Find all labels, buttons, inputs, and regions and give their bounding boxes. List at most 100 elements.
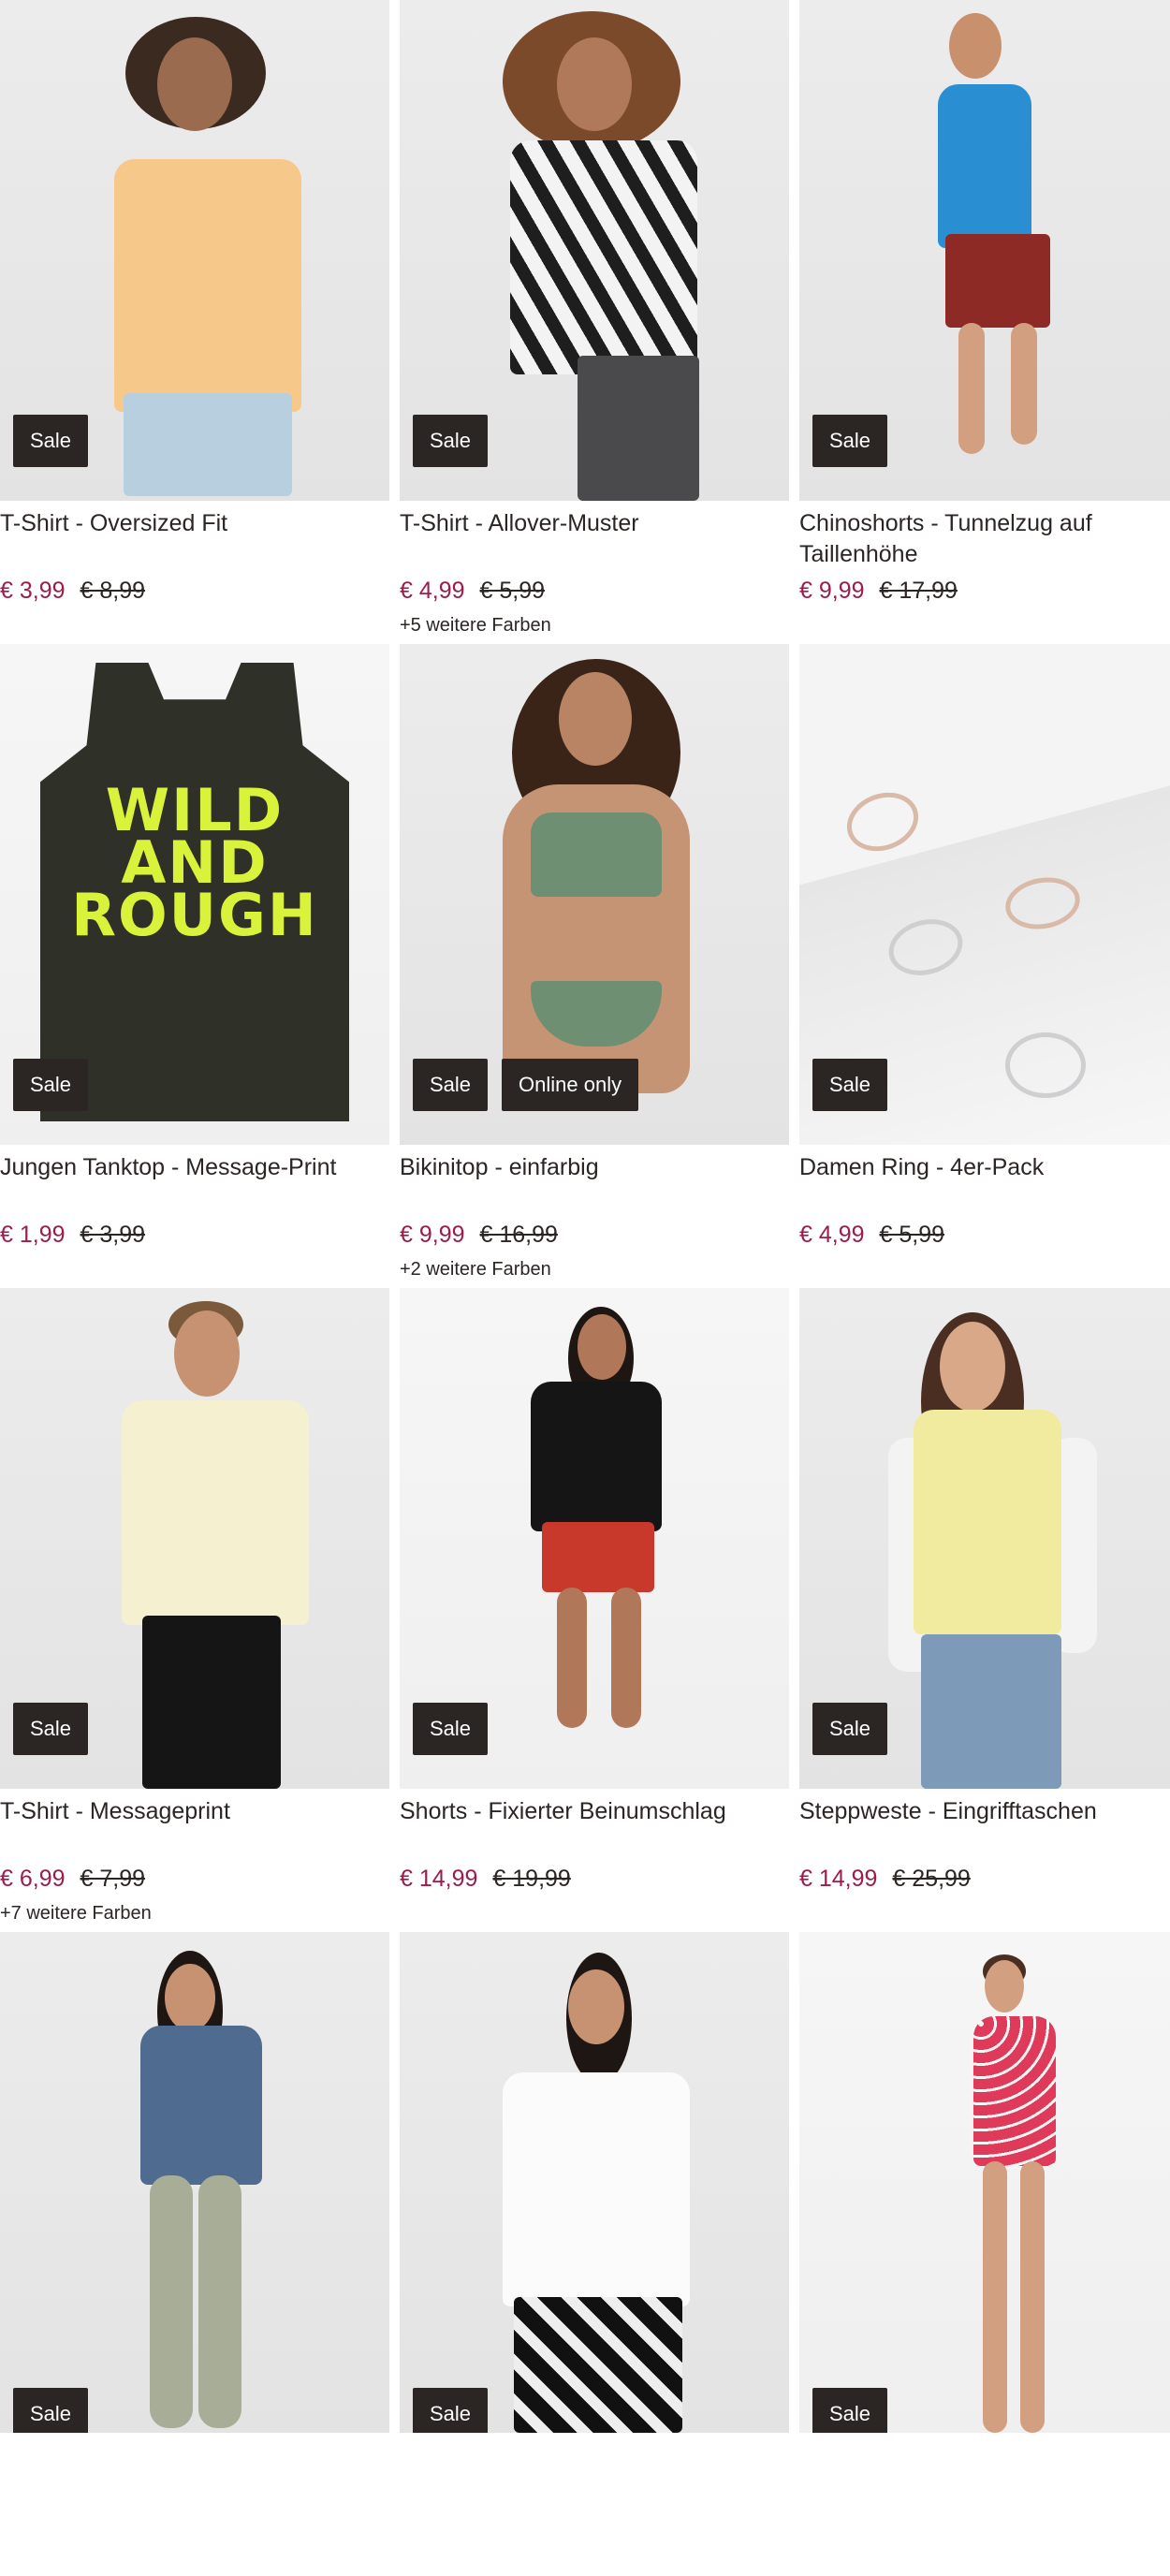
sale-badge: Sale — [13, 415, 89, 467]
product-card[interactable]: Sale T-Shirt - Messageprint € 6,99 € 7,9… — [0, 1288, 389, 1932]
price-row: € 14,99 € 25,99 — [799, 1864, 971, 1894]
original-price: € 3,99 — [80, 1222, 146, 1248]
price-row: € 4,99 € 5,99 — [400, 576, 545, 606]
sale-price: € 4,99 — [799, 1222, 865, 1248]
badge-group: Sale — [812, 415, 888, 467]
product-link[interactable]: Sale T-Shirt - Allover-Muster € 4,99 € 5… — [400, 0, 789, 644]
original-price: € 8,99 — [80, 578, 146, 604]
product-card[interactable]: Sale — [0, 1932, 389, 2576]
price-row: € 3,99 € 8,99 — [0, 576, 145, 606]
product-image[interactable]: Sale — [799, 0, 1170, 501]
sale-badge: Sale — [413, 1059, 489, 1111]
product-image[interactable]: Sale — [0, 1288, 389, 1789]
color-count[interactable]: +2 weitere Farben — [400, 1257, 551, 1281]
product-link[interactable]: Sale — [400, 1932, 789, 2576]
sale-price: € 6,99 — [0, 1866, 66, 1892]
product-card[interactable]: Sale T-Shirt - Oversized Fit € 3,99 € 8,… — [0, 0, 389, 644]
sale-price: € 1,99 — [0, 1222, 66, 1248]
badge-group: Sale — [13, 2388, 89, 2433]
color-count[interactable]: +5 weitere Farben — [400, 613, 551, 637]
product-link[interactable]: Sale Online only Bikinitop - einfarbig €… — [400, 644, 789, 1288]
product-name[interactable]: Jungen Tanktop - Message-Print — [0, 1152, 389, 1183]
product-image[interactable]: Sale — [0, 0, 389, 501]
product-link[interactable]: WILD AND ROUGH Sale Jungen Tanktop - Mes… — [0, 644, 389, 1288]
sale-badge: Sale — [413, 1703, 489, 1755]
sale-badge: Sale — [13, 1059, 89, 1111]
price-row: € 4,99 € 5,99 — [799, 1220, 944, 1250]
product-card[interactable]: Sale Damen Ring - 4er-Pack € 4,99 € 5,99 — [799, 644, 1170, 1288]
product-link[interactable]: Sale Chinoshorts - Tunnelzug auf Taillen… — [799, 0, 1170, 644]
product-image[interactable]: WILD AND ROUGH Sale — [0, 644, 389, 1145]
sale-price: € 9,99 — [400, 1222, 465, 1248]
price-row: € 9,99 € 17,99 — [799, 576, 958, 606]
sale-badge: Sale — [812, 1703, 888, 1755]
product-link[interactable]: Sale Steppweste - Eingrifftaschen € 14,9… — [799, 1288, 1170, 1932]
sale-badge: Sale — [413, 415, 489, 467]
product-link[interactable]: Sale T-Shirt - Messageprint € 6,99 € 7,9… — [0, 1288, 389, 1932]
product-link[interactable]: Sale Shorts - Fixierter Beinumschlag € 1… — [400, 1288, 789, 1932]
badge-group: Sale — [13, 1059, 89, 1111]
product-name[interactable]: T-Shirt - Oversized Fit — [0, 508, 389, 539]
product-card[interactable]: Sale — [400, 1932, 789, 2576]
badge-group: Sale — [413, 1703, 489, 1755]
sale-badge: Sale — [413, 2388, 489, 2433]
product-card[interactable]: Sale Shorts - Fixierter Beinumschlag € 1… — [400, 1288, 789, 1932]
sale-badge: Sale — [812, 415, 888, 467]
product-link[interactable]: Sale — [799, 1932, 1170, 2576]
sale-badge: Sale — [812, 1059, 888, 1111]
sale-badge: Sale — [812, 2388, 888, 2433]
badge-group: Sale — [413, 415, 489, 467]
product-image[interactable]: Sale — [0, 1932, 389, 2433]
tanktop-print: WILD AND ROUGH — [71, 776, 318, 949]
product-name[interactable]: Steppweste - Eingrifftaschen — [799, 1796, 1170, 1827]
original-price: € 19,99 — [492, 1866, 571, 1892]
product-link[interactable]: Sale Damen Ring - 4er-Pack € 4,99 € 5,99 — [799, 644, 1170, 1288]
product-name[interactable]: Bikinitop - einfarbig — [400, 1152, 789, 1183]
product-card[interactable]: Sale Chinoshorts - Tunnelzug auf Taillen… — [799, 0, 1170, 644]
original-price: € 5,99 — [479, 578, 546, 604]
online-only-badge: Online only — [502, 1059, 639, 1111]
price-row: € 6,99 € 7,99 — [0, 1864, 145, 1894]
sale-price: € 14,99 — [799, 1866, 878, 1892]
color-count[interactable]: +7 weitere Farben — [0, 1901, 152, 1925]
product-image[interactable]: Sale — [799, 1288, 1170, 1789]
sale-price: € 9,99 — [799, 578, 865, 604]
product-link[interactable]: Sale — [0, 1932, 389, 2576]
original-price: € 16,99 — [479, 1222, 558, 1248]
original-price: € 5,99 — [879, 1222, 945, 1248]
product-card[interactable]: Sale T-Shirt - Allover-Muster € 4,99 € 5… — [400, 0, 789, 644]
product-name[interactable]: Shorts - Fixierter Beinumschlag — [400, 1796, 789, 1827]
original-price: € 7,99 — [80, 1866, 146, 1892]
sale-badge: Sale — [13, 2388, 89, 2433]
product-image[interactable]: Sale — [400, 1932, 789, 2433]
price-row: € 1,99 € 3,99 — [0, 1220, 145, 1250]
sale-price: € 3,99 — [0, 578, 66, 604]
product-image[interactable]: Sale — [400, 0, 789, 501]
product-card[interactable]: WILD AND ROUGH Sale Jungen Tanktop - Mes… — [0, 644, 389, 1288]
badge-group: Sale Online only — [413, 1059, 639, 1111]
product-card[interactable]: Sale Online only Bikinitop - einfarbig €… — [400, 644, 789, 1288]
product-grid: Sale T-Shirt - Oversized Fit € 3,99 € 8,… — [0, 0, 1170, 2576]
sale-price: € 4,99 — [400, 578, 465, 604]
product-name[interactable]: T-Shirt - Messageprint — [0, 1796, 389, 1827]
product-image[interactable]: Sale — [400, 1288, 789, 1789]
product-image[interactable]: Sale Online only — [400, 644, 789, 1145]
sale-badge: Sale — [13, 1703, 89, 1755]
product-name[interactable]: T-Shirt - Allover-Muster — [400, 508, 789, 539]
product-card[interactable]: Sale Steppweste - Eingrifftaschen € 14,9… — [799, 1288, 1170, 1932]
badge-group: Sale — [812, 2388, 888, 2433]
product-image[interactable]: Sale — [799, 644, 1170, 1145]
product-name[interactable]: Chinoshorts - Tunnelzug auf Taillenhöhe — [799, 508, 1170, 570]
badge-group: Sale — [413, 2388, 489, 2433]
price-row: € 9,99 € 16,99 — [400, 1220, 558, 1250]
product-link[interactable]: Sale T-Shirt - Oversized Fit € 3,99 € 8,… — [0, 0, 389, 644]
sale-price: € 14,99 — [400, 1866, 478, 1892]
product-card[interactable]: Sale — [799, 1932, 1170, 2576]
product-image[interactable]: Sale — [799, 1932, 1170, 2433]
badge-group: Sale — [812, 1703, 888, 1755]
product-name[interactable]: Damen Ring - 4er-Pack — [799, 1152, 1170, 1183]
original-price: € 25,99 — [892, 1866, 971, 1892]
badge-group: Sale — [13, 415, 89, 467]
badge-group: Sale — [13, 1703, 89, 1755]
original-price: € 17,99 — [879, 578, 958, 604]
